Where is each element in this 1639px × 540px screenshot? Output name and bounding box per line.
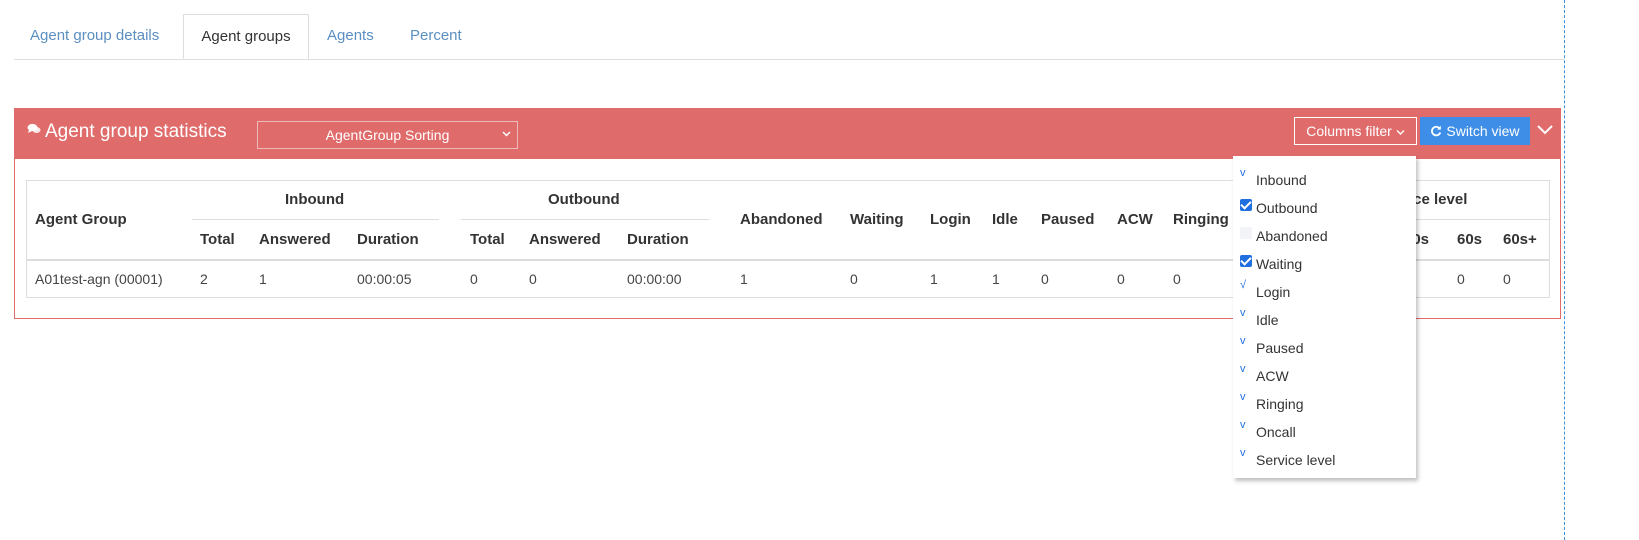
checkbox-indicator-icon[interactable]: v	[1240, 392, 1252, 404]
filter-option-label: Waiting	[1256, 256, 1303, 272]
tab-agent-groups[interactable]: Agent groups	[183, 14, 309, 59]
header-ringing[interactable]: Ringing	[1173, 211, 1229, 228]
panel-header: Agent group statistics AgentGroup Sortin…	[15, 109, 1560, 159]
checkbox-indicator-icon[interactable]: v	[1240, 336, 1252, 348]
filter-option-label: Abandoned	[1256, 228, 1328, 244]
cell-abandoned: 1	[740, 271, 748, 287]
header-agent-group[interactable]: Agent Group	[35, 211, 127, 228]
cell-sl-60s-plus: 0	[1503, 271, 1511, 287]
tab-agents[interactable]: Agents	[327, 14, 374, 58]
header-outbound-answered[interactable]: Answered	[529, 231, 601, 248]
chevron-down-icon	[1536, 125, 1554, 145]
cell-sl-60s: 0	[1457, 271, 1465, 287]
checkbox-indicator-icon[interactable]: √	[1240, 280, 1252, 292]
cell-outbound-answered: 0	[529, 271, 537, 287]
header-waiting[interactable]: Waiting	[850, 211, 904, 228]
agent-group-sorting-select[interactable]: AgentGroup Sorting	[257, 121, 518, 149]
chevron-down-icon	[502, 122, 511, 148]
comments-icon	[27, 123, 41, 138]
switch-view-label: Switch view	[1446, 123, 1520, 139]
cell-paused: 0	[1041, 271, 1049, 287]
header-outbound-total[interactable]: Total	[470, 231, 505, 248]
panel-title: Agent group statistics	[27, 121, 227, 143]
filter-option-service-level[interactable]: v Service level	[1233, 446, 1416, 474]
header-service-level: ice level	[1409, 191, 1468, 208]
filter-option-abandoned[interactable]: Abandoned	[1233, 222, 1416, 250]
filter-option-label: Login	[1256, 284, 1291, 300]
collapse-panel-button[interactable]	[1536, 119, 1556, 143]
filter-option-oncall[interactable]: v Oncall	[1233, 418, 1416, 446]
columns-filter-dropdown: v Inbound Outbound Abandoned Waiting √ L…	[1233, 156, 1416, 478]
switch-view-button[interactable]: Switch view	[1420, 117, 1530, 145]
cell-idle: 1	[992, 271, 1000, 287]
filter-option-waiting[interactable]: Waiting	[1233, 250, 1416, 278]
header-idle[interactable]: Idle	[992, 211, 1018, 228]
filter-option-label: Outbound	[1256, 200, 1318, 216]
page-edge-guide	[1564, 0, 1565, 540]
cell-outbound-duration: 00:00:00	[627, 271, 682, 287]
header-sl-60s[interactable]: 60s	[1457, 231, 1482, 248]
panel-title-text: Agent group statistics	[45, 121, 227, 142]
tab-bar: Agent group details Agent groups Agents …	[14, 14, 1564, 60]
filter-option-login[interactable]: √ Login	[1233, 278, 1416, 306]
checkbox-checked-icon[interactable]	[1240, 255, 1252, 267]
filter-option-paused[interactable]: v Paused	[1233, 334, 1416, 362]
header-abandoned[interactable]: Abandoned	[740, 211, 823, 228]
cell-inbound-duration: 00:00:05	[357, 271, 412, 287]
header-outbound: Outbound	[548, 191, 620, 208]
checkbox-indicator-icon[interactable]: v	[1240, 364, 1252, 376]
filter-option-label: Paused	[1256, 340, 1304, 356]
cell-waiting: 0	[850, 271, 858, 287]
header-sl-60s-plus[interactable]: 60s+	[1503, 231, 1537, 248]
filter-option-label: Service level	[1256, 452, 1336, 468]
cell-inbound-answered: 1	[259, 271, 267, 287]
checkbox-indicator-icon[interactable]: v	[1240, 420, 1252, 432]
filter-option-inbound[interactable]: v Inbound	[1233, 166, 1416, 194]
filter-option-label: Inbound	[1256, 172, 1307, 188]
cell-inbound-total: 2	[200, 271, 208, 287]
filter-option-ringing[interactable]: v Ringing	[1233, 390, 1416, 418]
filter-option-outbound[interactable]: Outbound	[1233, 194, 1416, 222]
refresh-icon	[1430, 123, 1446, 139]
header-outbound-duration[interactable]: Duration	[627, 231, 689, 248]
filter-option-label: Oncall	[1256, 424, 1296, 440]
chevron-down-icon	[1396, 123, 1405, 139]
cell-agent-group: A01test-agn (00001)	[35, 271, 163, 287]
cell-ringing: 0	[1173, 271, 1181, 287]
header-acw[interactable]: ACW	[1117, 211, 1153, 228]
filter-option-idle[interactable]: v Idle	[1233, 306, 1416, 334]
header-inbound-duration[interactable]: Duration	[357, 231, 419, 248]
checkbox-checked-icon[interactable]	[1240, 199, 1252, 211]
checkbox-indicator-icon[interactable]: v	[1240, 448, 1252, 460]
checkbox-unchecked-icon[interactable]	[1240, 227, 1252, 239]
filter-option-acw[interactable]: v ACW	[1233, 362, 1416, 390]
header-inbound-total[interactable]: Total	[200, 231, 235, 248]
cell-outbound-total: 0	[470, 271, 478, 287]
checkbox-indicator-icon[interactable]: v	[1240, 308, 1252, 320]
tab-agent-group-details[interactable]: Agent group details	[30, 14, 159, 58]
inbound-group-divider	[192, 219, 439, 220]
filter-option-label: Ringing	[1256, 396, 1304, 412]
header-inbound-answered[interactable]: Answered	[259, 231, 331, 248]
cell-acw: 0	[1117, 271, 1125, 287]
service-level-group-divider	[1407, 219, 1550, 220]
sort-select-value: AgentGroup Sorting	[325, 127, 450, 143]
columns-filter-label: Columns filter	[1306, 123, 1392, 139]
columns-filter-button[interactable]: Columns filter	[1294, 117, 1417, 145]
outbound-group-divider	[461, 219, 709, 220]
checkbox-indicator-icon[interactable]: v	[1240, 168, 1252, 180]
filter-option-label: ACW	[1256, 368, 1289, 384]
cell-login: 1	[930, 271, 938, 287]
header-inbound: Inbound	[285, 191, 345, 208]
tab-percent[interactable]: Percent	[410, 14, 462, 58]
header-paused[interactable]: Paused	[1041, 211, 1094, 228]
filter-option-label: Idle	[1256, 312, 1279, 328]
header-login[interactable]: Login	[930, 211, 971, 228]
